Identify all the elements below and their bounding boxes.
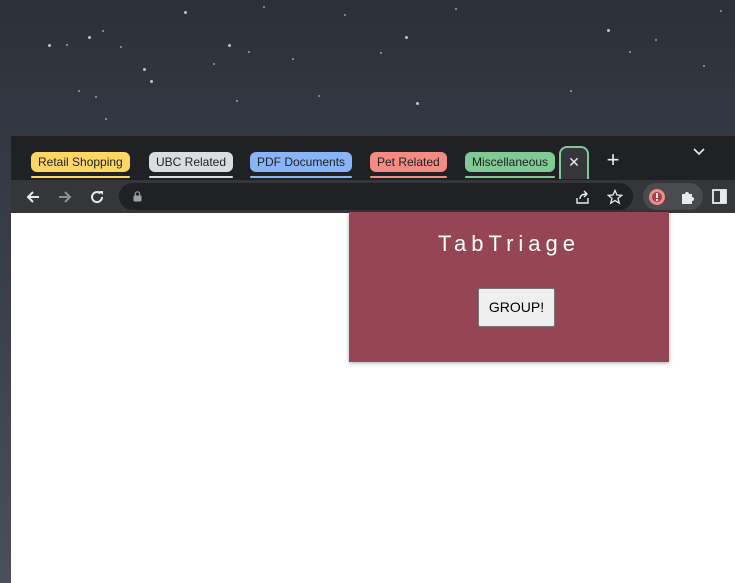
popup-title: TabTriage	[437, 231, 580, 256]
tab-group-pdf-documents[interactable]: PDF Documents	[250, 152, 353, 178]
reload-icon[interactable]	[89, 189, 105, 205]
side-panel-icon[interactable]	[712, 189, 727, 204]
back-icon[interactable]	[25, 189, 41, 205]
close-tab-icon[interactable]: ✕	[568, 154, 580, 170]
tabtriage-extension-icon[interactable]	[648, 188, 666, 206]
address-bar[interactable]	[119, 183, 633, 210]
bookmark-star-icon[interactable]	[607, 189, 623, 205]
tab-group-pet-related[interactable]: Pet Related	[370, 152, 447, 178]
tab-group-miscellaneous[interactable]: Miscellaneous	[465, 152, 556, 178]
tabtriage-popup: TabTriage GROUP!	[349, 212, 669, 362]
toolbar	[11, 180, 735, 213]
lock-icon[interactable]	[133, 191, 142, 202]
extensions-puzzle-icon[interactable]	[680, 188, 697, 205]
tab-search-icon[interactable]	[691, 144, 707, 160]
tab-strip: Retail Shopping UBC Related PDF Document…	[11, 136, 735, 180]
forward-icon[interactable]	[57, 189, 73, 205]
new-tab-button[interactable]: +	[604, 149, 622, 171]
share-icon[interactable]	[575, 189, 591, 205]
tab-group-retail-shopping[interactable]: Retail Shopping	[31, 152, 130, 178]
tab-group-ubc-related[interactable]: UBC Related	[149, 152, 234, 178]
extensions-area	[643, 183, 703, 210]
active-tab[interactable]: ✕	[559, 146, 589, 179]
group-button[interactable]: GROUP!	[478, 288, 555, 327]
